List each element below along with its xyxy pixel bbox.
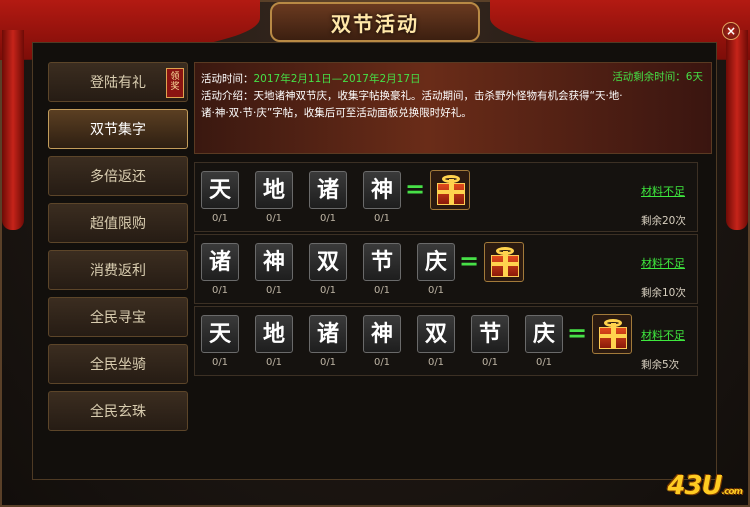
- gift-box-icon[interactable]: [484, 242, 524, 282]
- gift-box-icon[interactable]: [592, 314, 632, 354]
- activity-menu: 登陆有礼 领奖 双节集字 多倍返还 超值限购 消费返利 全民寻宝 全民坐骑 全民…: [48, 62, 188, 438]
- remaining-count: 剩余10次: [641, 287, 686, 299]
- char-tile[interactable]: 地: [255, 171, 293, 209]
- char-tile[interactable]: 神: [363, 171, 401, 209]
- window-title: 双节活动: [331, 11, 419, 36]
- equals-sign: =: [567, 319, 588, 347]
- equals-sign: =: [405, 175, 426, 203]
- event-intro-line-2: 诸·神·双·节·庆”字帖，收集后可至活动面板兑换限时好礼。: [201, 107, 472, 119]
- char-tile[interactable]: 双: [309, 243, 347, 281]
- menu-item-label: 登陆有礼: [90, 75, 146, 91]
- event-remaining-time: 活动剩余时间：6天: [612, 71, 703, 83]
- char-count: 0/1: [373, 357, 391, 368]
- char-count: 0/1: [373, 285, 391, 296]
- remaining-count: 剩余5次: [641, 359, 680, 371]
- char-tile[interactable]: 天: [201, 315, 239, 353]
- left-tassel: [2, 30, 24, 230]
- char-count: 0/1: [211, 357, 229, 368]
- char-count: 0/1: [427, 285, 445, 296]
- right-tassel: [726, 30, 748, 230]
- char-count: 0/1: [481, 357, 499, 368]
- menu-item-treasure-hunt[interactable]: 全民寻宝: [48, 297, 188, 337]
- menu-item-limited-buy[interactable]: 超值限购: [48, 203, 188, 243]
- char-count: 0/1: [211, 213, 229, 224]
- char-count: 0/1: [211, 285, 229, 296]
- char-tile[interactable]: 神: [363, 315, 401, 353]
- logo-text: 43U: [667, 471, 722, 501]
- exchange-row-1: 天 地 诸 神 0/1 0/1 0/1 0/1 = 材料不足 剩余20次: [194, 162, 698, 232]
- char-count: 0/1: [319, 357, 337, 368]
- site-logo: 43U.com: [667, 471, 743, 501]
- event-time-value: 2017年2月11日—2017年2月17日: [253, 73, 421, 85]
- exchange-row-2: 诸 神 双 节 庆 0/1 0/1 0/1 0/1 0/1 = 材料不足 剩余1…: [194, 234, 698, 304]
- event-intro-line-1: 活动介绍：天地诸神双节庆，收集字帖换豪礼。活动期间，击杀野外怪物有机会获得“天·…: [201, 90, 623, 102]
- exchange-status-link[interactable]: 材料不足: [641, 255, 685, 271]
- equals-sign: =: [459, 247, 480, 275]
- menu-item-label: 全民坐骑: [90, 357, 146, 373]
- char-tile[interactable]: 双: [417, 315, 455, 353]
- char-count: 0/1: [265, 285, 283, 296]
- exchange-row-3: 天 地 诸 神 双 节 庆 0/1 0/1 0/1 0/1 0/1 0/1 0/…: [194, 306, 698, 376]
- menu-item-login-gift[interactable]: 登陆有礼 领奖: [48, 62, 188, 102]
- title-plate: 双节活动: [270, 2, 480, 42]
- menu-item-label: 全民寻宝: [90, 310, 146, 326]
- char-tile[interactable]: 诸: [201, 243, 239, 281]
- event-time-label: 活动时间：: [201, 73, 254, 85]
- char-count: 0/1: [265, 213, 283, 224]
- char-count: 0/1: [373, 213, 391, 224]
- char-count: 0/1: [319, 285, 337, 296]
- char-tile[interactable]: 天: [201, 171, 239, 209]
- char-tile[interactable]: 诸: [309, 171, 347, 209]
- gift-box-icon[interactable]: [430, 170, 470, 210]
- logo-suffix: .com: [721, 487, 743, 497]
- char-count: 0/1: [319, 213, 337, 224]
- close-button[interactable]: ×: [722, 22, 740, 40]
- char-tile[interactable]: 庆: [417, 243, 455, 281]
- menu-item-label: 全民玄珠: [90, 404, 146, 420]
- char-tile[interactable]: 庆: [525, 315, 563, 353]
- char-count: 0/1: [427, 357, 445, 368]
- char-count: 0/1: [265, 357, 283, 368]
- event-info-banner: 活动时间：2017年2月11日—2017年2月17日 活动剩余时间：6天 活动介…: [194, 62, 712, 154]
- menu-item-spend-rebate[interactable]: 消费返利: [48, 250, 188, 290]
- claim-badge: 领奖: [166, 68, 184, 98]
- menu-item-label: 消费返利: [90, 263, 146, 279]
- menu-item-collect-chars[interactable]: 双节集字: [48, 109, 188, 149]
- exchange-status-link[interactable]: 材料不足: [641, 183, 685, 199]
- menu-item-label: 超值限购: [90, 216, 146, 232]
- char-tile[interactable]: 节: [471, 315, 509, 353]
- char-tile[interactable]: 诸: [309, 315, 347, 353]
- remaining-count: 剩余20次: [641, 215, 686, 227]
- menu-item-label: 双节集字: [90, 122, 146, 138]
- menu-item-multi-return[interactable]: 多倍返还: [48, 156, 188, 196]
- char-count: 0/1: [535, 357, 553, 368]
- exchange-status-link[interactable]: 材料不足: [641, 327, 685, 343]
- char-tile[interactable]: 地: [255, 315, 293, 353]
- menu-item-mount[interactable]: 全民坐骑: [48, 344, 188, 384]
- menu-item-pearl[interactable]: 全民玄珠: [48, 391, 188, 431]
- char-tile[interactable]: 神: [255, 243, 293, 281]
- menu-item-label: 多倍返还: [90, 169, 146, 185]
- char-tile[interactable]: 节: [363, 243, 401, 281]
